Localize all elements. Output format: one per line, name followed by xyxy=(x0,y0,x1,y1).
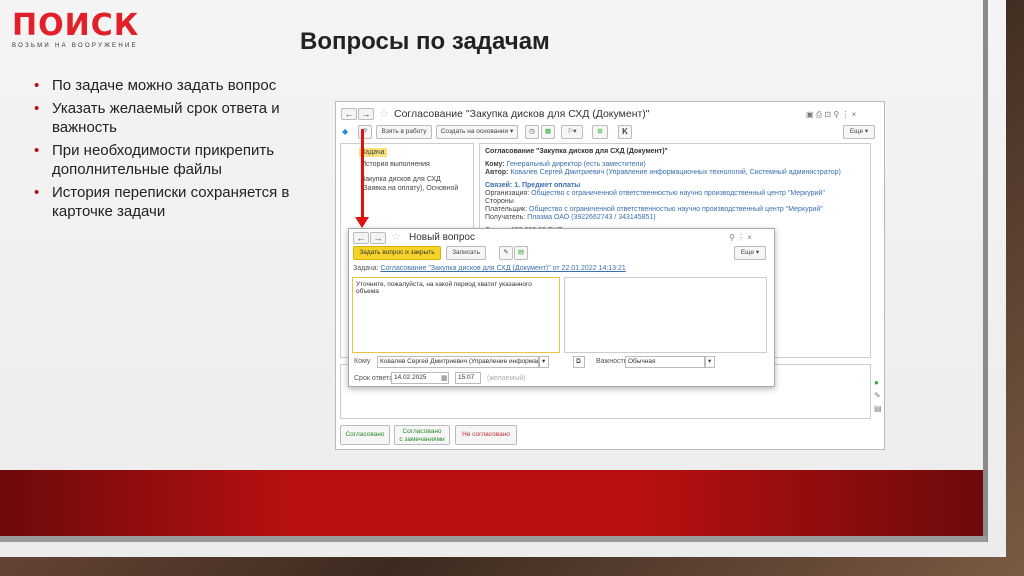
files-icon[interactable]: ▤ xyxy=(874,404,882,413)
take-to-work-button[interactable]: Взять в работу xyxy=(376,125,432,139)
slide-vertical-bar xyxy=(983,0,988,542)
add-icon[interactable]: ● xyxy=(874,378,879,387)
report-icon[interactable]: ▦ xyxy=(541,125,555,139)
org-label: Организация: xyxy=(485,190,530,197)
recipient-label: Получатель: xyxy=(485,214,526,221)
new-question-dialog: ← → ☆ Новый вопрос ⚲ ⋮ × Задать вопрос и… xyxy=(348,228,775,387)
author-link[interactable]: Ковалев Сергей Дмитриевич (Управление ин… xyxy=(510,169,840,176)
importance-dropdown-button[interactable]: ▾ xyxy=(705,356,715,368)
more-button[interactable]: Еще ▾ xyxy=(843,125,875,139)
structure-icon[interactable]: ⊞ xyxy=(592,125,608,139)
bullet-list: По задаче можно задать вопрос Указать же… xyxy=(34,76,304,225)
window-controls-icon[interactable]: ▣ ⎙ ⊡ ⚲ ⋮ × xyxy=(806,110,856,120)
payer-label: Плательщик: xyxy=(485,206,528,213)
deadline-time-field[interactable]: 15:07 xyxy=(455,372,481,384)
to-open-button[interactable]: ⧉ xyxy=(573,356,585,368)
red-arrow-head xyxy=(355,217,369,228)
dialog-forward-button[interactable]: → xyxy=(370,232,386,244)
relations-link[interactable]: Связей: 1. Предмет оплаты xyxy=(485,182,865,190)
to-label: Кому xyxy=(354,358,371,365)
star-icon[interactable]: ☆ xyxy=(391,230,401,243)
slide-title: Вопросы по задачам xyxy=(300,28,550,55)
dialog-title: Новый вопрос xyxy=(409,232,475,243)
attach-icon[interactable]: ✎ xyxy=(874,391,881,400)
create-based-on-button[interactable]: Создать на основании ▾ xyxy=(436,125,518,139)
bullet-item: При необходимости прикрепить дополнитель… xyxy=(34,141,304,179)
logo: ПОИСК ВОЗЬМИ НА ВООРУЖЕНИЕ xyxy=(12,8,140,50)
tree-item-document[interactable]: Закупка дисков для СХД (Заявка на оплату… xyxy=(361,175,466,193)
forward-button[interactable]: → xyxy=(358,108,374,120)
red-arrow xyxy=(361,129,364,219)
window-title: Согласование "Закупка дисков для СХД (До… xyxy=(394,108,650,120)
logo-word: ПОИСК xyxy=(12,8,140,43)
slide-red-band xyxy=(0,470,983,536)
to-link[interactable]: Генеральный директор (есть заместители) xyxy=(507,161,646,168)
to-field[interactable]: Ковалев Сергей Дмитриевич (Управление ин… xyxy=(377,356,539,368)
attach-icon[interactable]: ✎ xyxy=(499,246,513,260)
parties-label: Стороны xyxy=(485,198,514,205)
task-label: Задача: xyxy=(353,265,379,272)
importance-select[interactable]: Обычная xyxy=(625,356,705,368)
bullet-item: По задаче можно задать вопрос xyxy=(34,76,304,95)
flag-icon[interactable]: ⚐▾ xyxy=(561,125,583,139)
logo-tagline: ВОЗЬМИ НА ВООРУЖЕНИЕ xyxy=(12,43,138,49)
author-label: Автор: xyxy=(485,169,509,176)
calendar-icon[interactable]: ▦ xyxy=(441,374,448,382)
save-button[interactable]: Записать xyxy=(446,246,486,260)
deadline-hint: (желаемый) xyxy=(487,375,526,382)
bullet-item: Указать желаемый срок ответа и важность xyxy=(34,99,304,137)
clock-icon[interactable]: ◷ xyxy=(525,125,539,139)
attachments-area[interactable] xyxy=(564,277,767,353)
approved-button[interactable]: Согласовано xyxy=(340,425,390,445)
label-line-1: Согласовано xyxy=(402,428,442,435)
k-button[interactable]: K xyxy=(618,125,632,139)
dialog-more-button[interactable]: Еще ▾ xyxy=(734,246,766,260)
star-icon[interactable]: ☆ xyxy=(379,107,389,120)
ask-and-close-button[interactable]: Задать вопрос и закрыть xyxy=(353,246,441,260)
bullet-item: История переписки сохраняется в карточке… xyxy=(34,183,304,221)
label-line-2: с замечаниями xyxy=(399,436,445,443)
approved-with-remarks-button[interactable]: Согласовано с замечаниями xyxy=(394,425,450,445)
dialog-back-button[interactable]: ← xyxy=(353,232,369,244)
to-label: Кому: xyxy=(485,161,505,168)
to-dropdown-button[interactable]: ▾ xyxy=(539,356,549,368)
recipient-link[interactable]: Плазма ОАО (3922662743 / 343145851) xyxy=(527,214,655,221)
task-link[interactable]: Согласование "Закупка дисков для СХД (До… xyxy=(380,265,625,272)
refresh-icon[interactable]: ◆ xyxy=(342,127,348,136)
back-button[interactable]: ← xyxy=(341,108,357,120)
tree-item-history[interactable]: История выполнения xyxy=(361,161,430,168)
deadline-label: Срок ответа: xyxy=(354,375,396,382)
org-link[interactable]: Общество с ограниченной ответственностью… xyxy=(531,190,825,197)
files-icon[interactable]: ▤ xyxy=(514,246,528,260)
payer-link[interactable]: Общество с ограниченной ответственностью… xyxy=(529,206,823,213)
dialog-controls-icon[interactable]: ⚲ ⋮ × xyxy=(729,233,752,242)
red-band-shadow xyxy=(0,536,987,542)
details-heading: Согласование "Закупка дисков для СХД (До… xyxy=(485,148,668,155)
question-textarea[interactable]: Уточните, пожалуйста, на какой период хв… xyxy=(352,277,560,353)
rejected-button[interactable]: Не согласовано xyxy=(455,425,517,445)
